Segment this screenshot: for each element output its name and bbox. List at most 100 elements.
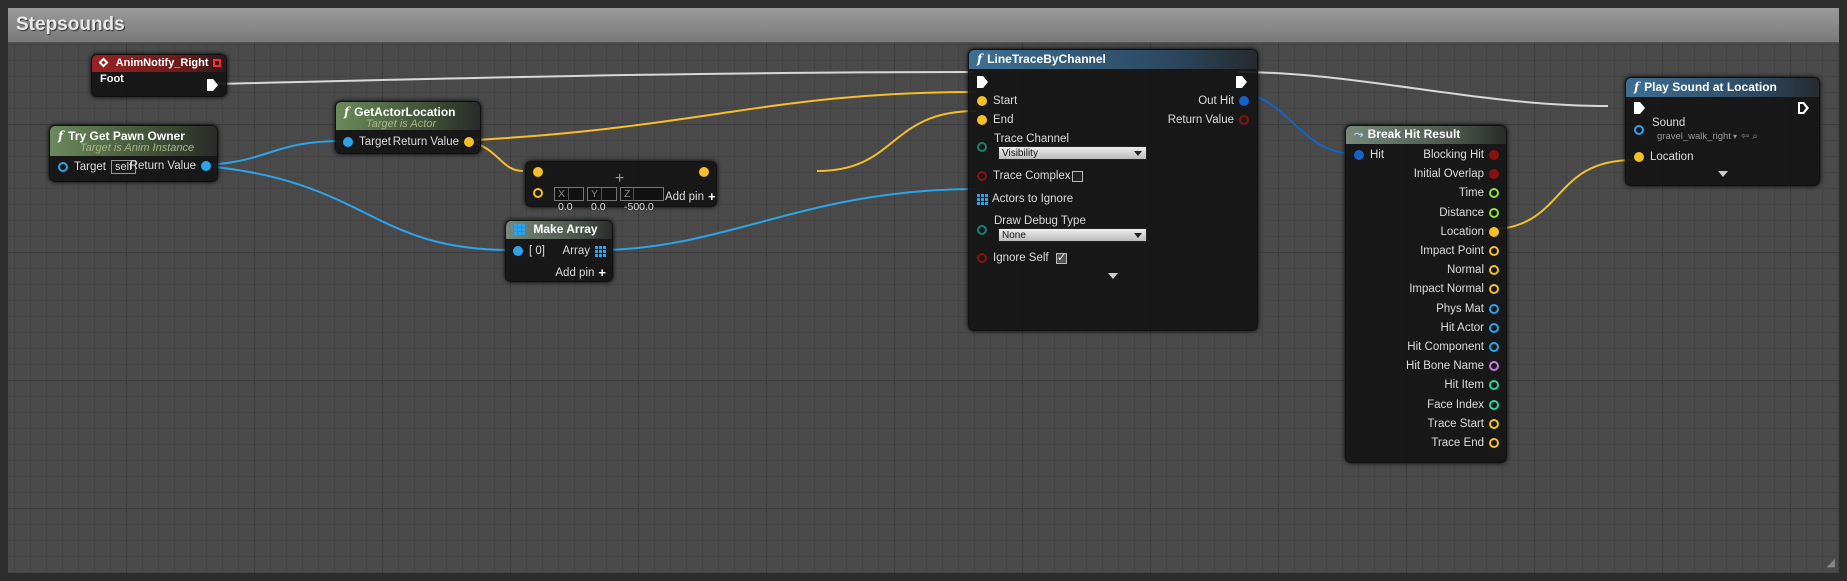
output-pin-hit-item[interactable]: Hit Item: [1444, 379, 1499, 391]
vector-pin-icon: [1489, 438, 1499, 448]
use-selected-icon[interactable]: ⇦: [1741, 131, 1749, 142]
play-sound-at-location-node[interactable]: f Play Sound at Location Sound gravel_wal…: [1625, 77, 1820, 186]
line-trace-by-channel-node[interactable]: f LineTraceByChannel Start End Trace Chan…: [968, 49, 1258, 331]
output-pin-phys-mat[interactable]: Phys Mat: [1436, 303, 1499, 315]
struct-pin-icon: [1354, 150, 1364, 160]
output-pin-trace-end[interactable]: Trace End: [1431, 437, 1499, 449]
sound-pin[interactable]: [1634, 125, 1644, 135]
graph-title: Stepsounds: [16, 14, 125, 35]
object-pin-icon: [1634, 125, 1644, 135]
exec-in-pin[interactable]: [1634, 102, 1645, 114]
function-icon: f: [1634, 80, 1640, 94]
b-input-pin[interactable]: [533, 188, 543, 198]
output-pin-hit-bone-name[interactable]: Hit Bone Name: [1406, 360, 1499, 372]
trace-channel-pin[interactable]: [977, 142, 987, 152]
int-pin-icon: [1489, 380, 1499, 391]
output-pin-hit-actor[interactable]: Hit Actor: [1441, 322, 1499, 334]
vector-pin-icon: [977, 96, 987, 106]
output-pin-initial-overlap[interactable]: Initial Overlap: [1414, 168, 1499, 180]
array-grid-icon: [977, 193, 988, 205]
sound-asset-selector[interactable]: gravel_walk_right ▾ ⇦ ⌕: [1657, 131, 1758, 142]
draw-debug-type-label: Draw Debug Type: [994, 215, 1086, 227]
ignore-self-pin[interactable]: Ignore Self: [977, 252, 1049, 264]
a-input-pin[interactable]: [533, 167, 543, 177]
output-pin-time[interactable]: Time: [1459, 187, 1499, 199]
output-pin-normal[interactable]: Normal: [1447, 264, 1499, 276]
exec-wire-trace-to-playsound: [1237, 71, 1609, 107]
index-0-pin[interactable]: [ 0]: [513, 245, 545, 257]
trace-channel-dropdown[interactable]: Visibility: [998, 146, 1147, 160]
out-hit-pin[interactable]: Out Hit: [1198, 95, 1249, 107]
bool-pin-icon: [977, 253, 987, 263]
z-value-field[interactable]: Z-500.0: [620, 187, 664, 213]
target-pin[interactable]: Target self: [58, 160, 137, 174]
target-pin[interactable]: Target: [343, 136, 391, 148]
try-get-pawn-owner-node[interactable]: f Try Get Pawn Owner Target is Anim Insta…: [49, 125, 218, 182]
target-label: Target: [359, 136, 391, 148]
hit-input-pin[interactable]: Hit: [1354, 149, 1384, 161]
output-pin-face-index[interactable]: Face Index: [1427, 399, 1499, 411]
trace-complex-checkbox[interactable]: [1072, 171, 1083, 182]
exec-in-pin[interactable]: [977, 76, 988, 88]
anim-notify-event-node[interactable]: AnimNotify_Right Foot: [91, 54, 227, 97]
expand-arrow-icon[interactable]: [1718, 171, 1728, 177]
exec-out-pin[interactable]: [207, 79, 218, 91]
get-actor-location-node[interactable]: f GetActorLocation Target is Actor Target…: [335, 101, 481, 154]
return-value-label: Return Value: [392, 136, 459, 148]
vector-pin-icon: [1489, 284, 1499, 295]
output-pin-trace-start[interactable]: Trace Start: [1428, 418, 1499, 430]
graph-canvas[interactable]: Stepsounds AnimNotify_Right Foot f Try Ge…: [8, 8, 1839, 573]
exec-out-pin[interactable]: [1798, 102, 1809, 114]
bool-pin-icon: [1239, 115, 1249, 125]
graph-title-bar: Stepsounds: [8, 8, 1839, 43]
exec-out-pin[interactable]: [1236, 76, 1247, 88]
x-value-field[interactable]: X0.0: [554, 187, 584, 213]
actors-to-ignore-pin[interactable]: Actors to Ignore: [977, 193, 1073, 205]
y-value-field[interactable]: Y0.0: [587, 187, 617, 213]
array-grid-icon: [595, 245, 606, 257]
draw-debug-type-dropdown[interactable]: None: [998, 228, 1147, 242]
make-array-title: Make Array: [533, 222, 598, 236]
return-value-pin[interactable]: Return Value: [130, 160, 211, 172]
wires-layer: [193, 71, 1635, 251]
add-vector-node[interactable]: + X0.0 Y0.0 Z-500.0 Add pin +: [525, 161, 717, 213]
vector-wire-location-to-start: [457, 91, 977, 142]
output-pin-distance[interactable]: Distance: [1439, 207, 1499, 219]
output-pin-location[interactable]: Location: [1441, 226, 1499, 238]
plus-icon: +: [708, 189, 716, 204]
object-wire-pawn-to-makearray: [193, 164, 511, 251]
output-pin-blocking-hit[interactable]: Blocking Hit: [1423, 149, 1499, 161]
output-pin-hit-component[interactable]: Hit Component: [1407, 341, 1499, 353]
function-icon: f: [344, 105, 350, 119]
ignore-self-checkbox[interactable]: [1056, 251, 1067, 264]
try-get-pawn-title: Try Get Pawn Owner: [68, 129, 185, 143]
add-pin-button[interactable]: Add pin +: [555, 265, 606, 280]
array-output-pin[interactable]: Array: [563, 245, 606, 257]
output-pin-impact-point[interactable]: Impact Point: [1420, 245, 1499, 257]
return-value-pin[interactable]: Return Value: [1168, 114, 1249, 126]
delegate-pin-icon[interactable]: [213, 59, 221, 67]
vector-pin-icon: [1489, 226, 1499, 237]
make-array-node[interactable]: Make Array [ 0] Array Add pin +: [505, 220, 613, 282]
bool-pin-icon: [977, 171, 987, 181]
search-icon[interactable]: ⌕: [1752, 131, 1758, 142]
return-value-pin[interactable]: Return Value: [393, 136, 474, 148]
expand-arrow-icon[interactable]: [1108, 273, 1118, 279]
object-pin-icon: [513, 246, 523, 256]
break-hit-result-node[interactable]: ⤳ Break Hit Result Hit Blocking Hit Initia…: [1345, 125, 1507, 463]
object-pin-icon: [1489, 303, 1499, 314]
break-struct-icon: ⤳: [1354, 127, 1364, 141]
output-pin-impact-normal[interactable]: Impact Normal: [1409, 283, 1499, 295]
return-value-pin[interactable]: [699, 167, 709, 177]
add-pin-button[interactable]: Add pin +: [665, 189, 716, 204]
object-pin-icon: [1489, 342, 1499, 352]
object-pin-icon: [1489, 322, 1499, 333]
end-pin[interactable]: End: [977, 114, 1013, 126]
start-pin[interactable]: Start: [977, 95, 1017, 107]
return-value-label: Return Value: [129, 160, 196, 172]
draw-debug-type-pin[interactable]: [977, 225, 987, 235]
location-pin[interactable]: Location: [1634, 151, 1693, 163]
trace-complex-pin[interactable]: Trace Complex: [977, 170, 1071, 182]
resize-grip-icon[interactable]: ◢: [1827, 556, 1835, 569]
anim-notify-title: AnimNotify_Right Foot: [100, 57, 209, 85]
